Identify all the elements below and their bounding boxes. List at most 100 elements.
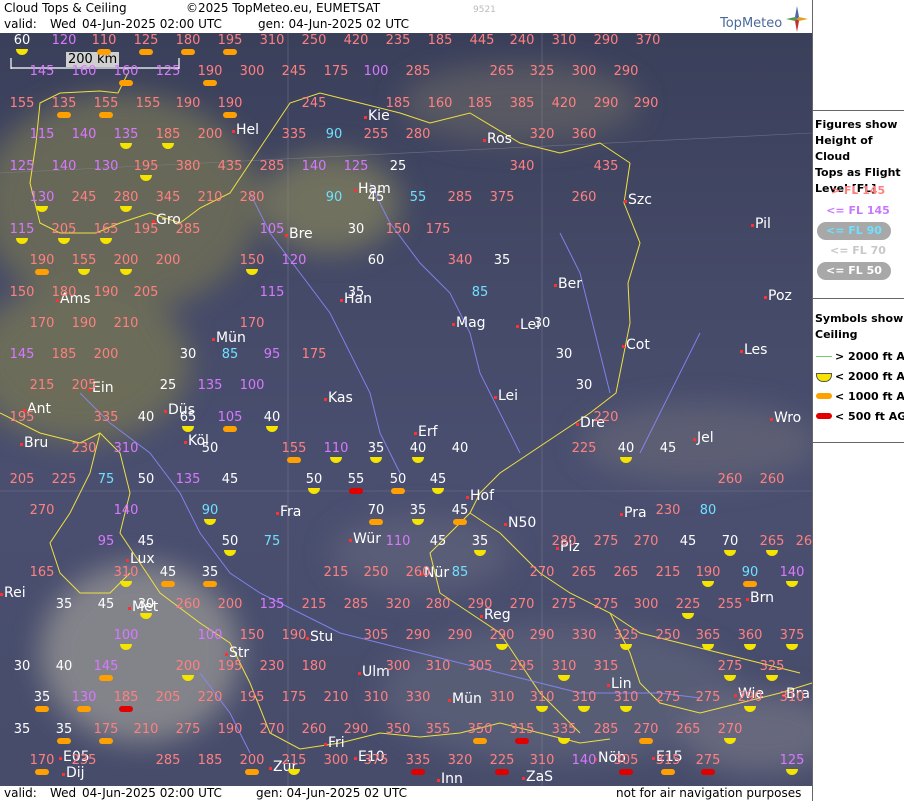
cloud-top-label: 155 bbox=[71, 253, 97, 268]
compass-star-icon bbox=[786, 6, 808, 32]
cloud-top-label: 190 bbox=[29, 253, 55, 268]
cloud-top-label: 205 bbox=[71, 378, 97, 393]
cloud-top-label: 140 bbox=[301, 159, 327, 174]
cloud-top-label: 260 bbox=[571, 190, 597, 205]
cloud-top-label: 150 bbox=[239, 253, 265, 268]
city-marker bbox=[0, 593, 3, 596]
cloud-top-label: 290 bbox=[529, 628, 555, 643]
ceiling-below-1000-icon bbox=[99, 738, 113, 744]
cloud-top-label: 100 bbox=[363, 64, 389, 79]
ceiling-below-1000-icon bbox=[453, 519, 467, 525]
legend-symbols-header: Symbols show Ceiling bbox=[815, 311, 903, 343]
cloud-top-label: 160 bbox=[427, 96, 453, 111]
cloud-top-label: 310 bbox=[259, 33, 285, 48]
cloud-top-label: 190 bbox=[197, 64, 223, 79]
city-label: Poz bbox=[768, 288, 792, 304]
footer-gen-text: gen: 04-Jun-2025 02 UTC bbox=[256, 786, 408, 800]
cloud-top-label: 110 bbox=[323, 441, 349, 456]
cloud-top-label: 135 bbox=[51, 96, 77, 111]
cloud-top-label: 145 bbox=[93, 659, 119, 674]
city-label: Mag bbox=[456, 315, 486, 331]
cloud-top-label: 40 bbox=[451, 441, 469, 456]
cloud-top-label: 30 bbox=[179, 347, 197, 362]
city-label: ZaS bbox=[526, 769, 554, 785]
cloud-top-label: 230 bbox=[655, 503, 681, 518]
cloud-top-label: 285 bbox=[155, 753, 181, 768]
cloud-top-label: 60 bbox=[367, 253, 385, 268]
cloud-top-label: 130 bbox=[71, 690, 97, 705]
cloud-top-label: 310 bbox=[529, 753, 555, 768]
cloud-top-label: 170 bbox=[29, 316, 55, 331]
cloud-top-label: 305 bbox=[467, 659, 493, 674]
city-label: Fri bbox=[328, 735, 345, 751]
cloud-top-label: 335 bbox=[281, 127, 307, 142]
cloud-top-label: 190 bbox=[175, 96, 201, 111]
cloud-top-label: 25 bbox=[389, 159, 407, 174]
city-marker bbox=[340, 299, 343, 302]
cloud-top-label: 145 bbox=[9, 347, 35, 362]
legend-divider bbox=[813, 298, 904, 299]
cloud-top-label: 205 bbox=[51, 222, 77, 237]
cloud-top-label: 230 bbox=[259, 659, 285, 674]
cloud-top-label: 205 bbox=[133, 285, 159, 300]
cloud-top-label: 310 bbox=[363, 690, 389, 705]
cloud-top-label: 290 bbox=[593, 96, 619, 111]
legend-header-line: Symbols show bbox=[815, 312, 904, 325]
ceiling-below-1000-icon bbox=[473, 738, 487, 744]
cloud-top-label: 85 bbox=[471, 285, 489, 300]
cloud-top-label: 420 bbox=[551, 96, 577, 111]
cloud-top-label: 215 bbox=[655, 565, 681, 580]
cloud-top-label: 185 bbox=[467, 96, 493, 111]
cloud-top-label: 220 bbox=[593, 410, 619, 425]
cloud-top-label: 135 bbox=[175, 472, 201, 487]
cloud-top-label: 65 bbox=[179, 410, 197, 425]
cloud-top-label: 385 bbox=[509, 96, 535, 111]
cloud-top-label: 310 bbox=[529, 690, 555, 705]
city-marker bbox=[62, 773, 65, 776]
cloud-top-label: 180 bbox=[175, 33, 201, 48]
cloud-top-label: 260 bbox=[717, 472, 743, 487]
city-marker bbox=[126, 559, 129, 562]
cloud-top-label: 80 bbox=[699, 503, 717, 518]
cloud-top-label: 70 bbox=[367, 503, 385, 518]
cloud-top-label: 90 bbox=[741, 565, 759, 580]
satellite-map[interactable]: 200 km Kie Hel Ros Ham Szc Gro Bre Pil Ber Han Ams… bbox=[0, 33, 812, 786]
city-marker bbox=[576, 423, 579, 426]
cloud-top-label: 215 bbox=[301, 597, 327, 612]
cloud-top-label: 290 bbox=[405, 628, 431, 643]
cloud-top-label: 225 bbox=[51, 472, 77, 487]
city-marker bbox=[764, 296, 767, 299]
cloud-top-label: 215 bbox=[323, 565, 349, 580]
cloud-top-label: 40 bbox=[617, 441, 635, 456]
cloud-top-label: 270 bbox=[633, 534, 659, 549]
cloud-top-label: 275 bbox=[695, 690, 721, 705]
city-marker bbox=[516, 325, 519, 328]
cloud-top-label: 185 bbox=[197, 753, 223, 768]
legend-panel: Figures show Height of Cloud Tops as Fli… bbox=[812, 0, 904, 801]
city-marker bbox=[740, 350, 743, 353]
cloud-top-label: 290 bbox=[737, 690, 763, 705]
cloud-top-label: 25 bbox=[159, 378, 177, 393]
city-marker bbox=[225, 653, 228, 656]
cloud-top-label: 185 bbox=[113, 690, 139, 705]
cloud-top-label: 290 bbox=[593, 33, 619, 48]
cloud-top-label: 125 bbox=[155, 64, 181, 79]
ceiling-below-1000-icon bbox=[57, 738, 71, 744]
cloud-top-label: 375 bbox=[779, 628, 805, 643]
cloud-top-label: 310 bbox=[551, 33, 577, 48]
cloud-top-label: 50 bbox=[389, 472, 407, 487]
cloud-top-label: 325 bbox=[529, 64, 555, 79]
cloud-top-label: 310 bbox=[113, 441, 139, 456]
city-label: Erf bbox=[418, 424, 438, 440]
cloud-top-label: 195 bbox=[217, 33, 243, 48]
cloud-top-label: 30 bbox=[13, 659, 31, 674]
cloud-top-label: 360 bbox=[571, 127, 597, 142]
cloud-top-label: 340 bbox=[447, 253, 473, 268]
ceiling-below-500-icon bbox=[411, 769, 425, 775]
city-marker bbox=[554, 284, 557, 287]
cloud-top-label: 250 bbox=[655, 628, 681, 643]
cloud-top-label: 105 bbox=[217, 410, 243, 425]
ceiling-below-1000-icon bbox=[77, 706, 91, 712]
cloud-top-label: 240 bbox=[509, 33, 535, 48]
city-label: Kas bbox=[328, 390, 353, 406]
